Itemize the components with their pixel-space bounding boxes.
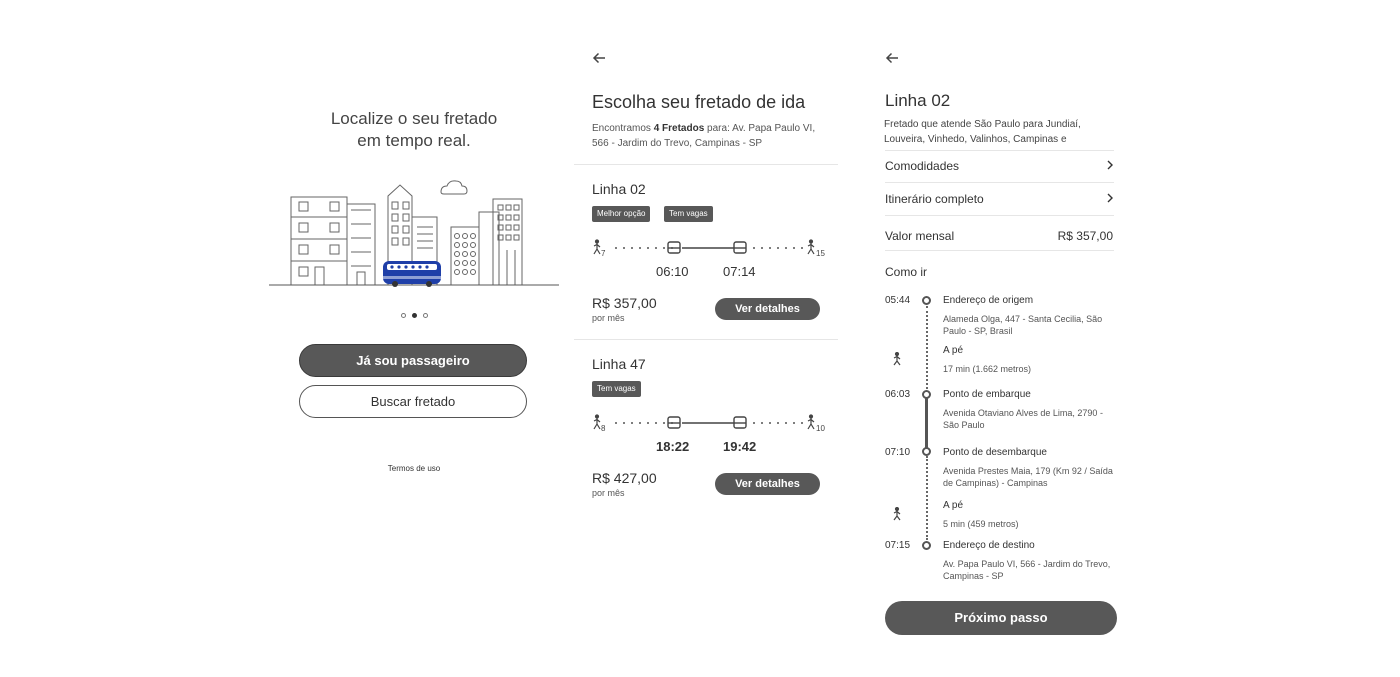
step-title: A pé xyxy=(943,345,964,356)
step-time: 07:10 xyxy=(885,447,911,458)
divider xyxy=(885,150,1114,151)
divider xyxy=(885,250,1114,251)
alighting-marker xyxy=(922,447,931,456)
existing-passenger-button[interactable]: Já sou passageiro xyxy=(299,344,527,377)
has-seats-badge: Tem vagas xyxy=(592,381,641,397)
divider xyxy=(574,164,838,165)
route-timeline: 8 10 xyxy=(592,414,832,436)
how-to-go-heading: Como ir xyxy=(885,265,928,279)
step-description: 17 min (1.662 metros) xyxy=(943,364,1032,374)
full-itinerary-item[interactable]: Itinerário completo xyxy=(885,192,984,206)
line-detail-screen: Linha 02 Fretado que atende São Paulo pa… xyxy=(871,0,1133,677)
step-title: Endereço de origem xyxy=(943,295,1034,306)
step-title: Ponto de desembarque xyxy=(943,447,1047,458)
step-time: 06:03 xyxy=(885,389,911,400)
carousel-dot[interactable] xyxy=(400,313,406,318)
step-time: 05:44 xyxy=(885,295,911,306)
boarding-marker xyxy=(922,390,931,399)
has-seats-badge: Tem vagas xyxy=(664,206,713,222)
step-title: Endereço de destino xyxy=(943,540,1035,551)
price: R$ 357,00 xyxy=(592,295,657,311)
route-graphic xyxy=(593,239,815,255)
walk-start-minutes: 7 xyxy=(601,249,606,258)
result-line-name: Linha 47 xyxy=(592,356,646,372)
route-graphic xyxy=(593,414,815,430)
step-description: Av. Papa Paulo VI, 566 - Jardim do Trevo… xyxy=(943,559,1111,581)
departure-time: 06:10 xyxy=(656,264,689,279)
carousel-indicator[interactable] xyxy=(265,313,563,318)
view-details-button[interactable]: Ver detalhes xyxy=(715,298,820,320)
page-title: Linha 02 xyxy=(885,91,951,110)
carousel-dot-active[interactable] xyxy=(411,313,417,318)
origin-marker xyxy=(922,296,931,305)
step-description: Avenida Otaviano Alves de Lima, 2790 - S… xyxy=(943,408,1103,430)
divider xyxy=(574,339,838,340)
price-period: por mês xyxy=(592,488,625,498)
search-charter-button[interactable]: Buscar fretado xyxy=(299,385,527,418)
amenities-item[interactable]: Comodidades xyxy=(885,159,959,173)
arrival-time: 19:42 xyxy=(723,439,757,454)
walk-end-minutes: 15 xyxy=(816,249,825,258)
onboarding-title: Localize o seu fretado em tempo real. xyxy=(330,109,498,150)
walk-start-minutes: 8 xyxy=(601,424,606,433)
route-timeline: 7 15 xyxy=(592,239,832,261)
result-line-name: Linha 02 xyxy=(592,181,646,197)
terms-link[interactable]: Termos de uso xyxy=(265,464,563,473)
arrival-time: 07:14 xyxy=(723,264,756,279)
step-description: Avenida Prestes Maia, 179 (Km 92 / Saída… xyxy=(943,466,1113,488)
price-period: por mês xyxy=(592,313,625,323)
step-description: Alameda Olga, 447 - Santa Cecilia, São P… xyxy=(943,314,1103,336)
monthly-price-label: Valor mensal xyxy=(885,229,955,243)
next-step-button[interactable]: Próximo passo xyxy=(885,601,1117,635)
divider xyxy=(885,182,1114,183)
city-with-bus-illustration xyxy=(269,180,559,287)
onboarding-screen: Localize o seu fretado em tempo real. Já… xyxy=(265,0,563,677)
step-description: 5 min (459 metros) xyxy=(943,519,1019,529)
destination-marker xyxy=(922,541,931,550)
results-summary: Encontramos 4 Fretados para: Av. Papa Pa… xyxy=(592,123,816,149)
step-title: Ponto de embarque xyxy=(943,389,1031,400)
walk-connector xyxy=(926,306,928,393)
chevron-right-icon[interactable] xyxy=(1106,193,1114,203)
best-option-badge: Melhor opção xyxy=(592,206,651,222)
step-time: 07:15 xyxy=(885,540,911,551)
arrow-left-icon[interactable] xyxy=(591,50,607,66)
monthly-price-value: R$ 357,00 xyxy=(1057,229,1113,243)
search-results-screen: Escolha seu fretado de ida Encontramos 4… xyxy=(574,0,838,677)
view-details-button[interactable]: Ver detalhes xyxy=(715,473,820,495)
line-description: Fretado que atende São Paulo para Jundia… xyxy=(884,119,1081,145)
departure-time: 18:22 xyxy=(656,439,690,454)
step-title: A pé xyxy=(943,500,964,511)
divider xyxy=(885,215,1114,216)
carousel-dot[interactable] xyxy=(422,313,428,318)
page-title: Escolha seu fretado de ida xyxy=(592,92,806,112)
walking-person-icon xyxy=(893,352,901,366)
chevron-right-icon[interactable] xyxy=(1106,160,1114,170)
walking-person-icon xyxy=(893,507,901,521)
walk-connector xyxy=(926,456,928,540)
arrow-left-icon[interactable] xyxy=(884,50,900,66)
walk-end-minutes: 10 xyxy=(816,424,825,433)
ride-connector xyxy=(925,398,928,450)
price: R$ 427,00 xyxy=(592,470,657,486)
